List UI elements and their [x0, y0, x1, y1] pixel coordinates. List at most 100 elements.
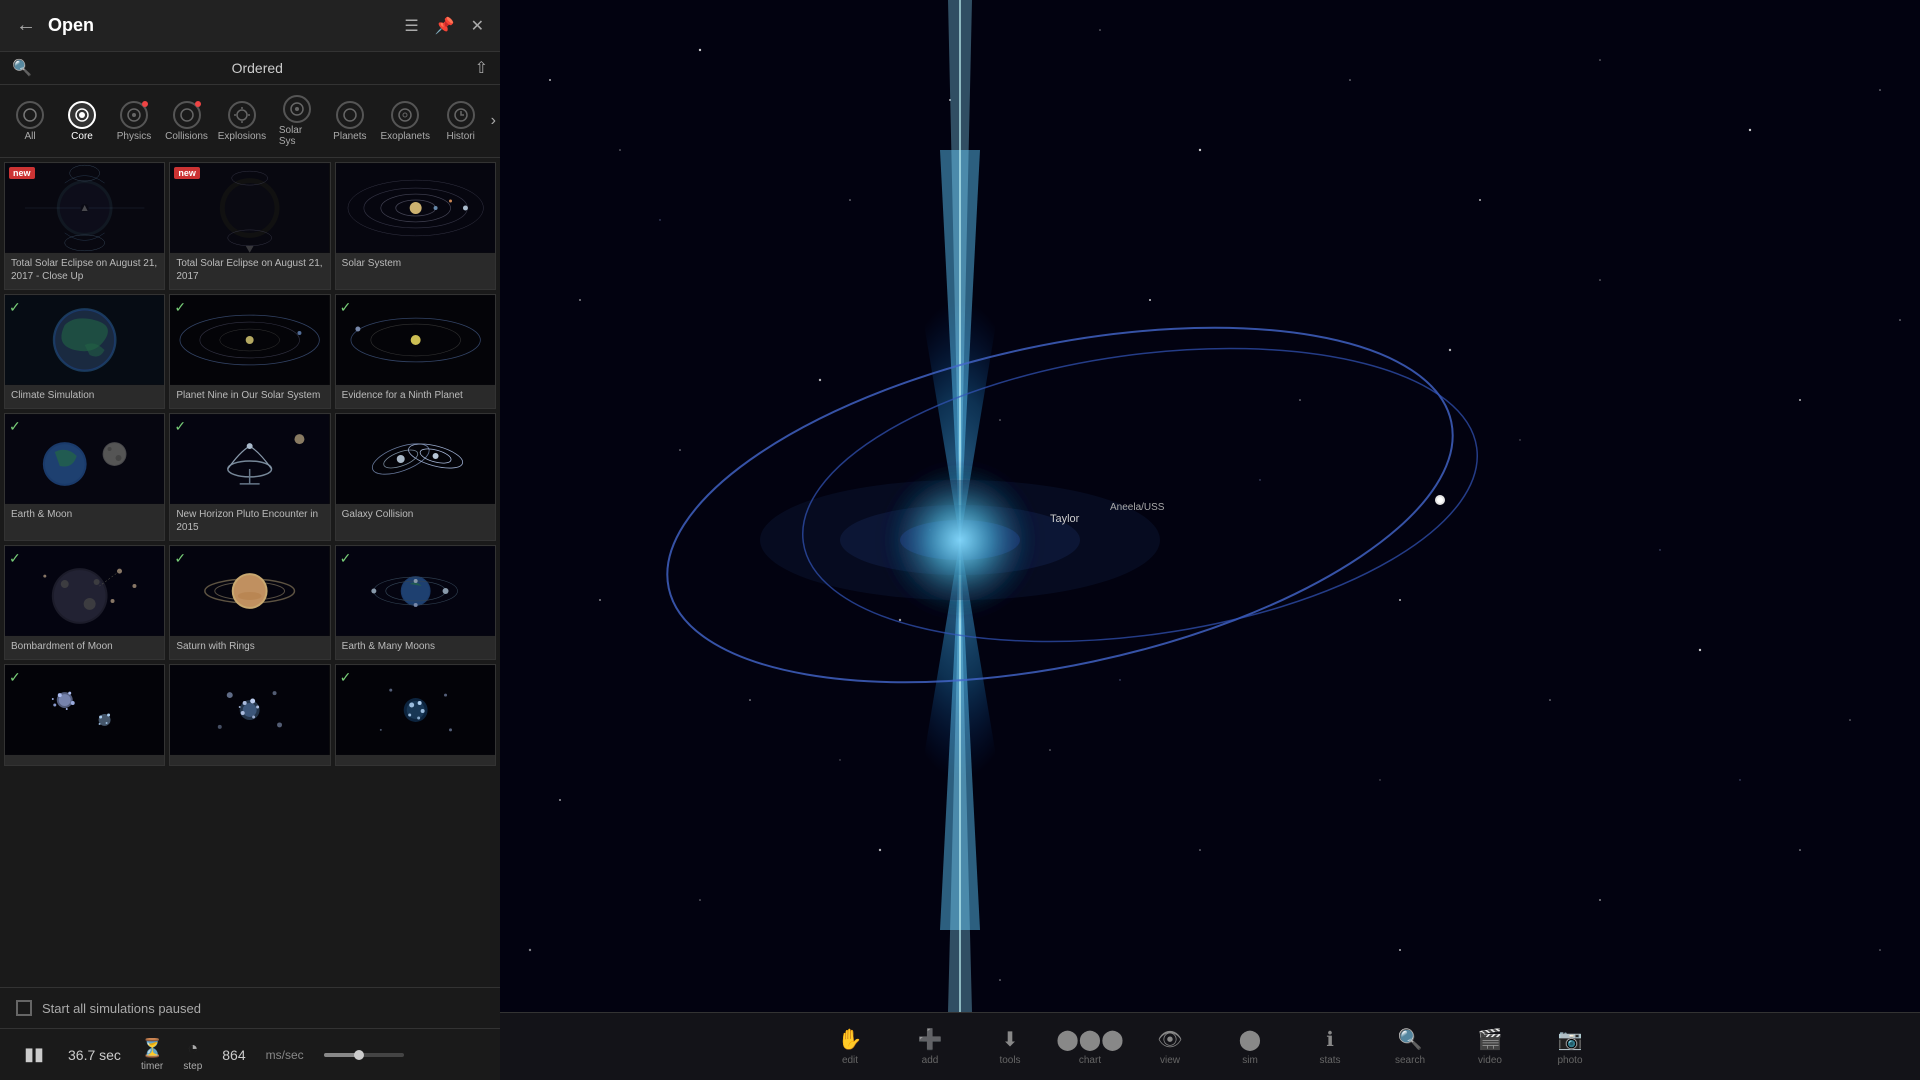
- tab-physics-icon: [120, 101, 148, 129]
- bottom-toolbar: ✋ edit ➕ add ⬇ tools ⬤⬤⬤ chart 👁 view ⬤ …: [500, 1012, 1920, 1080]
- sim-row-1: ✓ Climate Simulation ✓: [4, 294, 496, 409]
- simulation-grid: new: [0, 158, 500, 987]
- sim-thumb-solar-system: [336, 163, 495, 253]
- sim-thumb-climate: ✓: [5, 295, 164, 385]
- status-bar: ▮▮ 36.7 sec ⏳ timer ◔ step 864 ms/sec: [0, 1028, 500, 1080]
- tools-icon: ⬇: [1002, 1027, 1019, 1052]
- add-icon: ➕: [918, 1027, 943, 1052]
- sim-earth-moon[interactable]: ✓ Earth & Moon: [4, 413, 165, 541]
- tab-collisions[interactable]: Collisions: [160, 97, 213, 146]
- back-button[interactable]: ←: [16, 14, 36, 37]
- check-dark3: ✓: [340, 669, 352, 686]
- chart-label: chart: [1079, 1055, 1101, 1066]
- sim-planet9[interactable]: ✓ Planet Nine in Our Solar System: [169, 294, 330, 409]
- tool-photo[interactable]: 📷 photo: [1530, 1013, 1610, 1080]
- sort-icon[interactable]: ⇧: [475, 58, 488, 78]
- tab-exoplanets[interactable]: Exoplanets: [376, 97, 435, 146]
- start-paused-label: Start all simulations paused: [42, 1001, 201, 1016]
- tab-histori[interactable]: Histori: [435, 97, 487, 146]
- close-icon[interactable]: ✕: [471, 16, 484, 36]
- speed-unit: ms/sec: [266, 1048, 304, 1062]
- pause-button[interactable]: ▮▮: [20, 1041, 48, 1069]
- sim-thumb-dark1: ✓: [5, 665, 164, 755]
- tool-video[interactable]: 🎬 video: [1450, 1013, 1530, 1080]
- edit-label: edit: [842, 1055, 858, 1066]
- tab-planets[interactable]: Planets: [324, 97, 376, 146]
- speed-slider[interactable]: [324, 1053, 404, 1057]
- sim-title-manymoons: Earth & Many Moons: [336, 636, 495, 659]
- tab-collisions-label: Collisions: [165, 131, 208, 142]
- timer-label: timer: [141, 1061, 163, 1072]
- sim-thumb-galaxy-collision: [336, 414, 495, 504]
- timer-button[interactable]: ⏳ timer: [141, 1038, 163, 1072]
- sim-row-0: new: [4, 162, 496, 290]
- view-label: view: [1160, 1055, 1180, 1066]
- search-order-row: 🔍 Ordered ⇧: [0, 52, 500, 85]
- tabs-chevron[interactable]: ›: [491, 112, 496, 130]
- tab-all[interactable]: All: [4, 97, 56, 146]
- tab-core-icon: [68, 101, 96, 129]
- sim-earth-manymoons[interactable]: ✓: [335, 545, 496, 660]
- sim-title-dark1: [5, 755, 164, 765]
- tools-label: tools: [999, 1055, 1020, 1066]
- sim-title-ninth-planet: Evidence for a Ninth Planet: [336, 385, 495, 408]
- stats-label: stats: [1319, 1055, 1340, 1066]
- search-icon[interactable]: 🔍: [12, 58, 32, 78]
- sim-thumb-earth-moon: ✓: [5, 414, 164, 504]
- sim-thumb-manymoons: ✓: [336, 546, 495, 636]
- speed-slider-thumb: [354, 1050, 364, 1060]
- check-planet9: ✓: [174, 299, 186, 316]
- sim-dark1[interactable]: ✓: [4, 664, 165, 766]
- tab-core[interactable]: Core: [56, 97, 108, 146]
- sim-title-eclipse-2017: Total Solar Eclipse on August 21, 2017: [170, 253, 329, 289]
- sim-title-dark3: [336, 755, 495, 765]
- sim-bombard-moon[interactable]: ✓: [4, 545, 165, 660]
- sim-galaxy-collision[interactable]: Galaxy Collision: [335, 413, 496, 541]
- sim-climate[interactable]: ✓ Climate Simulation: [4, 294, 165, 409]
- category-tabs: All Core Physics Collisio: [0, 85, 500, 158]
- step-button[interactable]: ◔ step: [183, 1038, 202, 1072]
- sim-pluto[interactable]: ✓ New Horizon Plut: [169, 413, 330, 541]
- tab-exoplanets-label: Exoplanets: [381, 131, 430, 142]
- tool-search[interactable]: 🔍 search: [1370, 1013, 1450, 1080]
- sim-row-4: ✓: [4, 664, 496, 766]
- tool-add[interactable]: ➕ add: [890, 1013, 970, 1080]
- sim-title-pluto: New Horizon Pluto Encounter in 2015: [170, 504, 329, 540]
- sim-saturn-rings[interactable]: ✓ Saturn with Rings: [169, 545, 330, 660]
- video-icon: 🎬: [1478, 1027, 1503, 1052]
- svg-text:Aneela/USS: Aneela/USS: [1110, 502, 1165, 513]
- sim-eclipse-2017[interactable]: new Total Solar Eclipse on August 21, 20…: [169, 162, 330, 290]
- sim-solar-system[interactable]: Solar System: [335, 162, 496, 290]
- tab-histori-label: Histori: [446, 131, 474, 142]
- sim-label: sim: [1242, 1055, 1258, 1066]
- sim-dark3[interactable]: ✓: [335, 664, 496, 766]
- pin-icon[interactable]: 📌: [435, 16, 455, 36]
- sim-title-dark2: [170, 755, 329, 765]
- tab-solarsys[interactable]: Solar Sys: [271, 91, 324, 151]
- list-icon[interactable]: ☰: [404, 16, 418, 36]
- sim-ninth-planet[interactable]: ✓ Evidence for a Ninth Planet: [335, 294, 496, 409]
- check-pluto: ✓: [174, 418, 186, 435]
- tool-tools[interactable]: ⬇ tools: [970, 1013, 1050, 1080]
- sim-title-eclipse-closeup: Total Solar Eclipse on August 21, 2017 -…: [5, 253, 164, 289]
- tool-chart[interactable]: ⬤⬤⬤ chart: [1050, 1013, 1130, 1080]
- tool-edit[interactable]: ✋ edit: [810, 1013, 890, 1080]
- stats-icon: ℹ: [1326, 1027, 1334, 1052]
- check-climate: ✓: [9, 299, 21, 316]
- sim-dark2[interactable]: [169, 664, 330, 766]
- tool-stats[interactable]: ℹ stats: [1290, 1013, 1370, 1080]
- sim-title-bombard: Bombardment of Moon: [5, 636, 164, 659]
- sim-thumb-ninth-planet: ✓: [336, 295, 495, 385]
- step-icon: ◔: [187, 1038, 198, 1059]
- sim-eclipse-closeup[interactable]: new: [4, 162, 165, 290]
- sim-title-climate: Climate Simulation: [5, 385, 164, 408]
- start-paused-checkbox[interactable]: [16, 1000, 32, 1016]
- tool-view[interactable]: 👁 view: [1130, 1013, 1210, 1080]
- header-icons: ☰ 📌 ✕: [404, 16, 484, 36]
- search-label: search: [1395, 1055, 1425, 1066]
- sim-title-solar-system: Solar System: [336, 253, 495, 276]
- sim-title-earth-moon: Earth & Moon: [5, 504, 164, 527]
- tab-explosions[interactable]: Explosions: [213, 97, 271, 146]
- tab-physics[interactable]: Physics: [108, 97, 160, 146]
- tool-sim[interactable]: ⬤ sim: [1210, 1013, 1290, 1080]
